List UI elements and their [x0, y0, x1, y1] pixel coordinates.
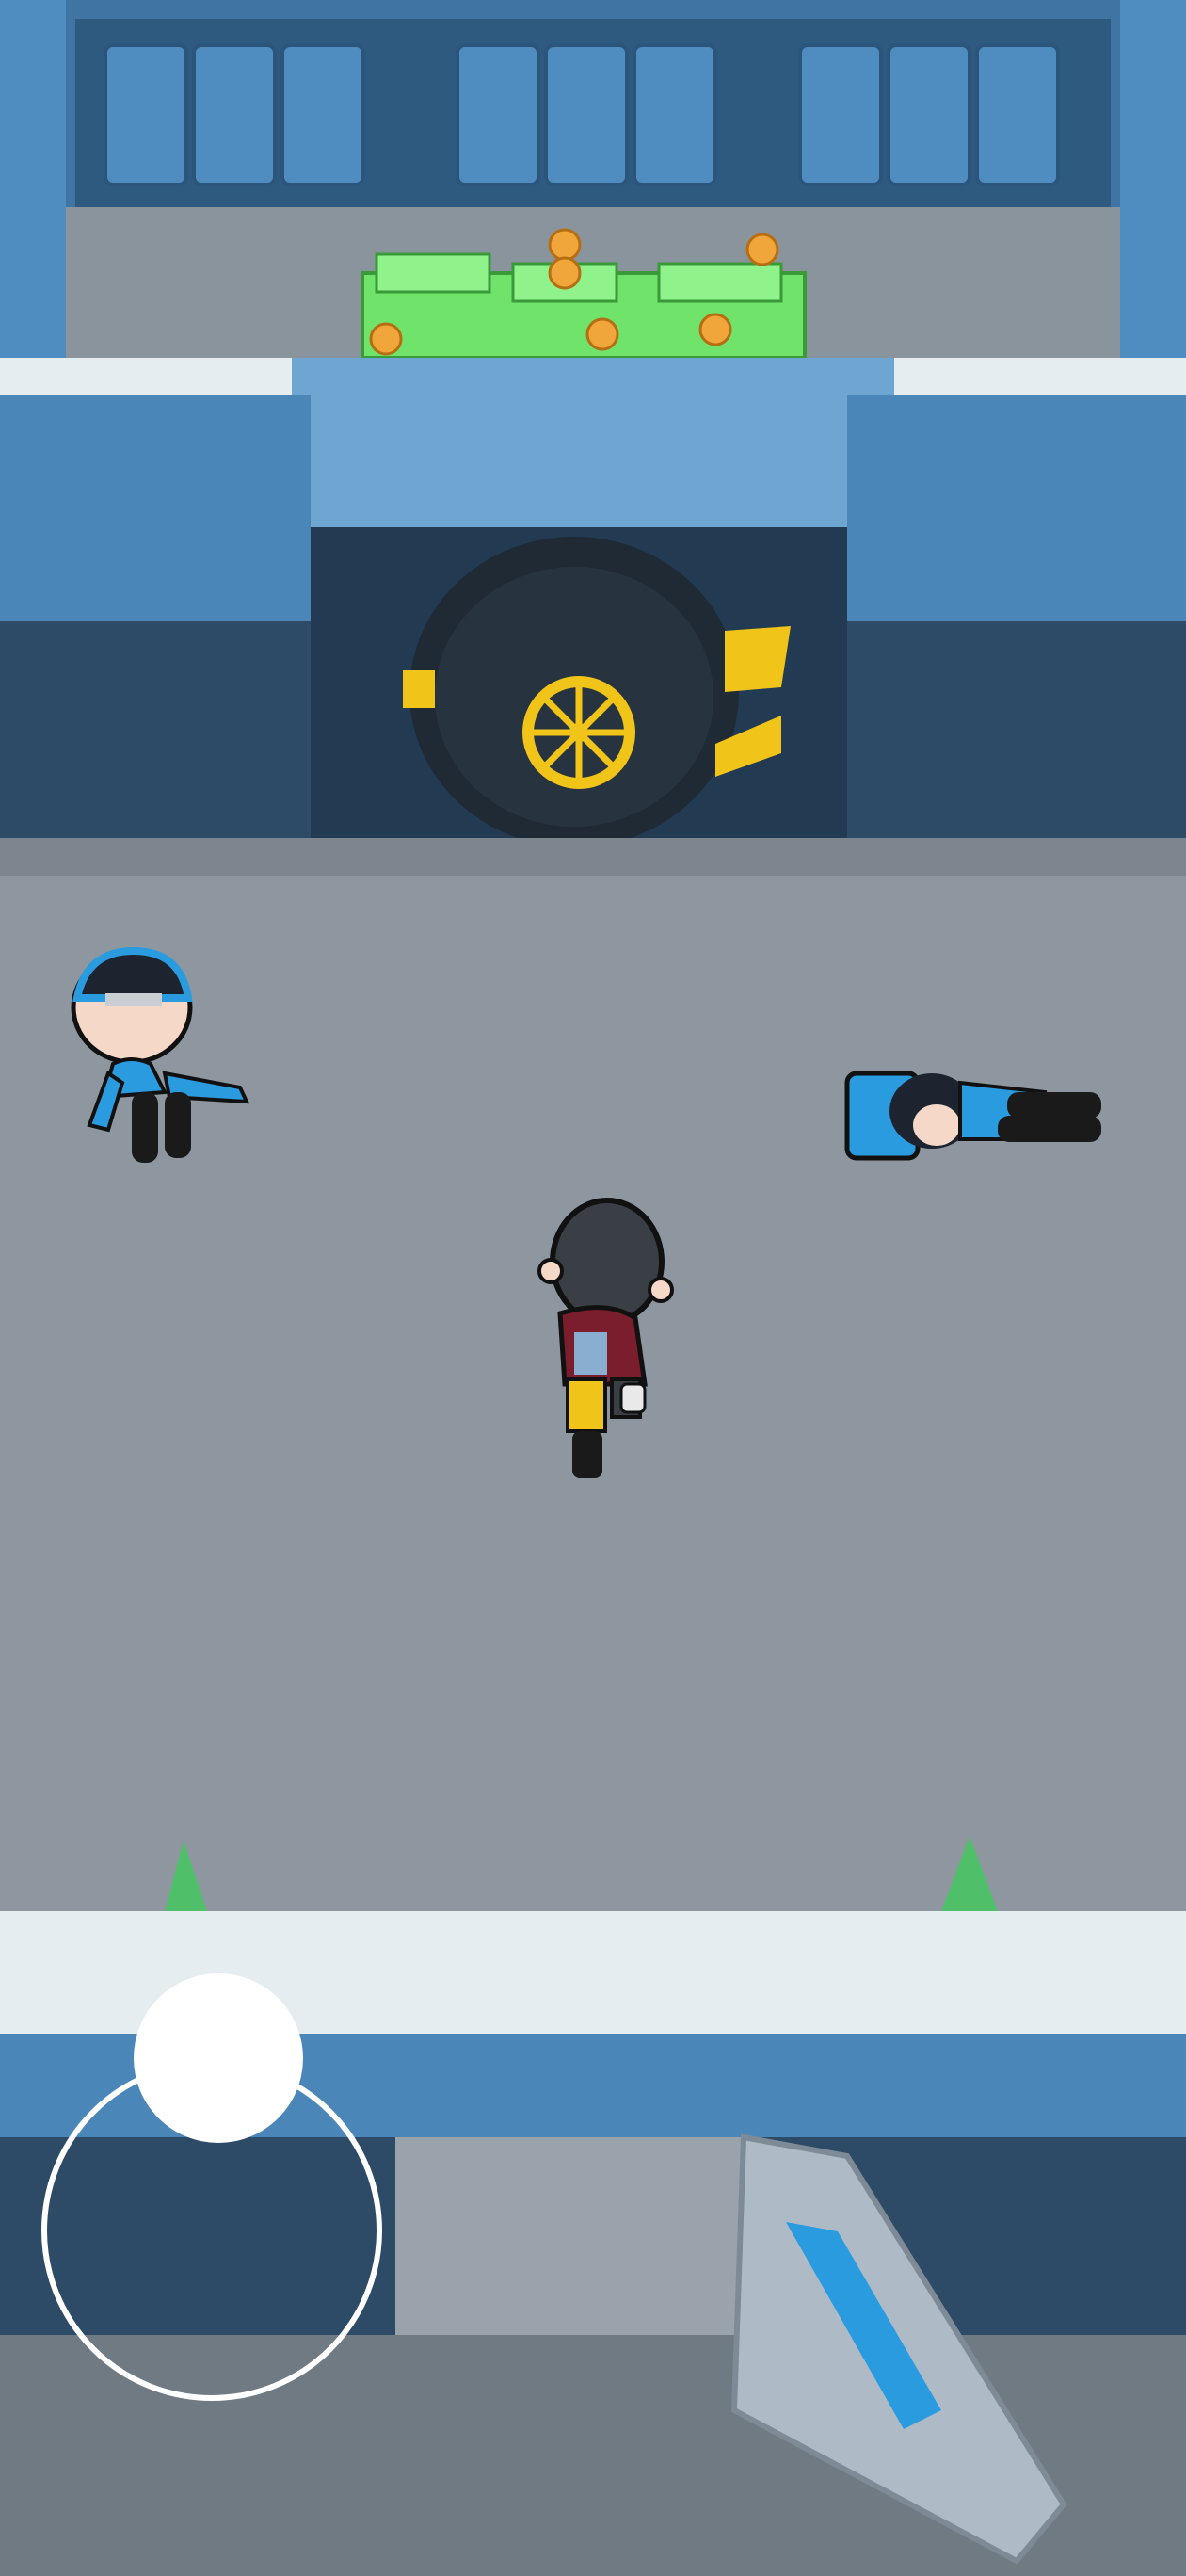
- ship-wheel-icon[interactable]: [522, 676, 635, 789]
- joystick-knob[interactable]: [134, 1973, 303, 2143]
